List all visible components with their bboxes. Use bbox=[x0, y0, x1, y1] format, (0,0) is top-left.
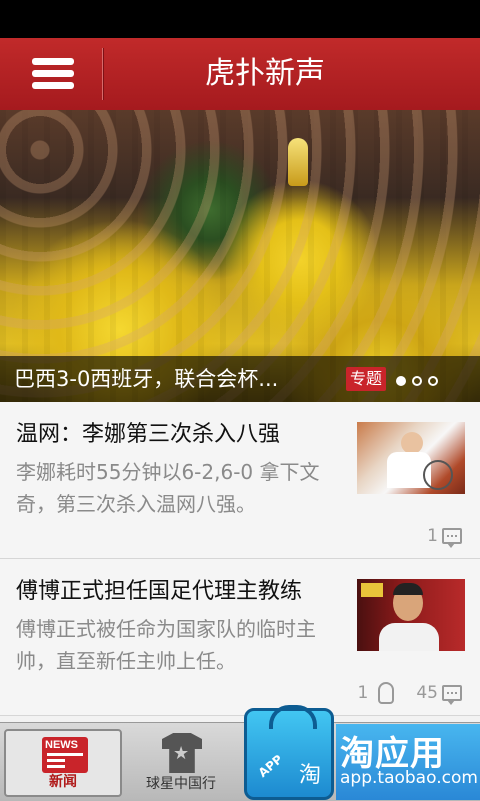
hero-caption: 巴西3-0西班牙，联合会杯... bbox=[14, 367, 279, 391]
lightbulb-icon[interactable] bbox=[378, 682, 395, 704]
trophy-graphic bbox=[288, 138, 308, 186]
comment-count: 45 bbox=[416, 683, 438, 703]
comment-icon[interactable] bbox=[442, 685, 462, 705]
bag-char-text: 淘 bbox=[299, 763, 322, 788]
news-thumbnail bbox=[357, 422, 465, 494]
news-title: 傅博正式担任国足代理主教练 bbox=[16, 579, 303, 604]
news-list-item[interactable]: 傅博正式担任国足代理主教练 傅博正式被任命为国家队的临时主帅，直至新任主帅上任。… bbox=[0, 559, 480, 716]
taobao-app-ad-icon[interactable]: APP 淘 bbox=[244, 705, 334, 800]
star-icon: ★ bbox=[173, 743, 190, 764]
comment-count: 1 bbox=[427, 526, 438, 546]
like-count: 1 bbox=[357, 683, 369, 703]
news-list-item[interactable]: 温网：李娜第三次杀入八强 李娜耗时55分钟以6-2,6-0 拿下文奇，第三次杀入… bbox=[0, 402, 480, 559]
hero-caption-bar[interactable]: 巴西3-0西班牙，联合会杯... 专题 bbox=[0, 356, 480, 402]
topic-badge: 专题 bbox=[346, 367, 387, 391]
carousel-dot[interactable] bbox=[396, 376, 406, 386]
taobao-ad-banner[interactable]: 淘应用 app.taobao.com bbox=[336, 724, 480, 800]
tab-news-label: 新闻 bbox=[49, 774, 77, 790]
news-meta: 1 bbox=[421, 524, 462, 548]
carousel-dots[interactable] bbox=[396, 371, 444, 387]
taobao-ad-url: app.taobao.com bbox=[340, 768, 478, 788]
status-bar bbox=[0, 0, 480, 38]
news-summary: 傅博正式被任命为国家队的临时主帅，直至新任主帅上任。 bbox=[16, 617, 316, 673]
carousel-dot[interactable] bbox=[428, 376, 438, 386]
bag-handle-icon bbox=[269, 705, 317, 729]
news-title: 温网：李娜第三次杀入八强 bbox=[16, 422, 281, 447]
carousel-dot[interactable] bbox=[412, 376, 422, 386]
news-summary: 李娜耗时55分钟以6-2,6-0 拿下文奇，第三次杀入温网八强。 bbox=[16, 460, 320, 516]
app-header: 虎扑新声 bbox=[0, 38, 480, 110]
comment-icon[interactable] bbox=[442, 528, 462, 548]
newspaper-icon: NEWS bbox=[42, 737, 88, 773]
page-title: 虎扑新声 bbox=[205, 56, 325, 91]
header-divider bbox=[102, 48, 103, 100]
bag-tag-text: APP bbox=[255, 751, 286, 781]
news-thumbnail bbox=[357, 579, 465, 651]
menu-icon[interactable] bbox=[20, 52, 86, 96]
tab-star-china-tour[interactable]: ★ 球星中国行 bbox=[128, 729, 234, 797]
tab-news[interactable]: NEWS 新闻 bbox=[4, 729, 122, 797]
tab-star-label: 球星中国行 bbox=[146, 776, 216, 792]
news-meta: 1 45 bbox=[352, 681, 462, 705]
